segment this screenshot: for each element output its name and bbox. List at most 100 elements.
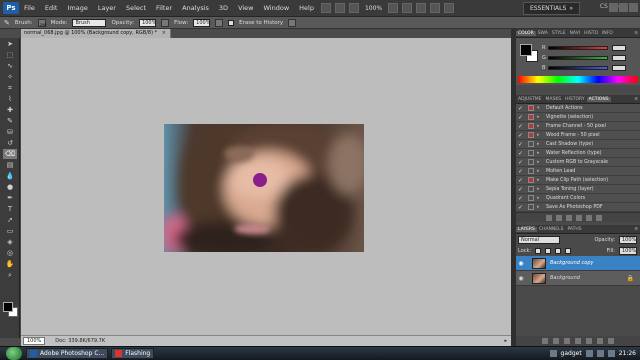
screen-mode-icon[interactable] — [444, 3, 455, 13]
dodge-tool-icon[interactable]: ● — [3, 182, 17, 192]
dialog-toggle-icon[interactable] — [528, 168, 534, 174]
blue-slider-row[interactable]: B — [542, 64, 626, 71]
menu-view[interactable]: View — [233, 4, 258, 12]
play-icon[interactable] — [566, 214, 572, 221]
dialog-toggle-icon[interactable] — [528, 186, 534, 192]
gradient-tool-icon[interactable]: ▤ — [3, 160, 17, 170]
layer-name[interactable]: Background — [550, 275, 580, 281]
hand-tool-icon[interactable] — [388, 3, 399, 13]
tab-adjustments[interactable]: ADJUSTME — [516, 97, 544, 102]
dialog-toggle-icon[interactable] — [528, 132, 534, 138]
action-row[interactable]: ✓ ▸ Make Clip Path (selection) — [516, 176, 640, 185]
toggle-check-icon[interactable]: ✓ — [518, 168, 526, 175]
menu-file[interactable]: File — [19, 4, 40, 12]
dialog-toggle-icon[interactable] — [528, 141, 534, 147]
dialog-toggle-icon[interactable] — [528, 159, 534, 165]
tab-masks[interactable]: MASKS — [544, 97, 564, 102]
type-tool-icon[interactable]: T — [3, 204, 17, 214]
hand-tool-icon[interactable]: ✋ — [3, 259, 17, 269]
toggle-check-icon[interactable]: ✓ — [518, 204, 526, 211]
expand-right-icon[interactable]: ▸ — [537, 177, 544, 183]
taskbar-item-flashing[interactable]: Flashing — [111, 348, 155, 359]
red-slider[interactable] — [548, 45, 608, 50]
blue-slider[interactable] — [548, 65, 608, 70]
panel-menu-icon[interactable]: ≡ — [634, 31, 638, 36]
tab-info[interactable]: INFO — [600, 31, 615, 36]
layer-opacity-field[interactable]: 100% — [619, 235, 637, 244]
marquee-tool-icon[interactable]: ⬚ — [3, 50, 17, 60]
flow-field[interactable]: 100% — [193, 18, 210, 27]
action-row[interactable]: ✓ ▸ Quadrant Colors — [516, 194, 640, 203]
zoom-level-menu[interactable]: 100% — [365, 5, 382, 12]
menu-help[interactable]: Help — [294, 4, 319, 12]
extras-icon[interactable] — [348, 3, 359, 13]
menu-layer[interactable]: Layer — [93, 4, 121, 12]
expand-right-icon[interactable]: ▸ — [537, 123, 544, 129]
lock-all-icon[interactable] — [565, 247, 572, 254]
airbrush-icon[interactable] — [215, 18, 224, 27]
minimize-button[interactable] — [609, 3, 618, 12]
toggle-check-icon[interactable]: ✓ — [518, 195, 526, 202]
eyedropper-tool-icon[interactable]: ⌇ — [3, 94, 17, 104]
blue-value[interactable] — [612, 64, 626, 71]
delete-layer-icon[interactable] — [608, 338, 614, 344]
menu-edit[interactable]: Edit — [40, 4, 63, 12]
tray-app-icon[interactable] — [549, 350, 557, 357]
mode-select[interactable]: Brush — [72, 18, 107, 27]
layer-name[interactable]: Background copy — [550, 260, 593, 266]
document-image[interactable] — [164, 124, 364, 252]
network-icon[interactable] — [585, 350, 593, 357]
tab-navigator[interactable]: NAVI — [568, 31, 583, 36]
dialog-toggle-icon[interactable] — [528, 123, 534, 129]
action-row[interactable]: ✓ ▸ Molten Lead — [516, 167, 640, 176]
tab-channels[interactable]: CHANNELS — [537, 227, 566, 232]
rotate-view-icon[interactable] — [416, 3, 427, 13]
red-value[interactable] — [612, 44, 626, 51]
mini-bridge-icon[interactable] — [334, 3, 345, 13]
link-layers-icon[interactable] — [542, 338, 548, 344]
restore-button[interactable] — [619, 3, 628, 12]
dialog-toggle-icon[interactable] — [528, 150, 534, 156]
toggle-check-icon[interactable]: ✓ — [518, 150, 526, 157]
tab-styles[interactable]: STYLE — [550, 31, 568, 36]
action-row[interactable]: ✓ ▸ Cast Shadow (type) — [516, 140, 640, 149]
action-row[interactable]: ✓ ▸ Frame Channel - 50 pixel — [516, 122, 640, 131]
expand-right-icon[interactable]: ▸ — [537, 114, 544, 120]
toggle-check-icon[interactable]: ✓ — [518, 114, 526, 121]
document-tab[interactable]: normal_068.jpg @ 100% (Background copy, … — [21, 29, 171, 38]
clone-stamp-tool-icon[interactable]: ⛁ — [3, 127, 17, 137]
expand-right-icon[interactable]: ▸ — [537, 132, 544, 138]
blend-mode-select[interactable]: Normal — [518, 235, 560, 244]
blur-tool-icon[interactable]: 💧 — [3, 171, 17, 181]
toggle-check-icon[interactable]: ✓ — [518, 159, 526, 166]
menu-analysis[interactable]: Analysis — [177, 4, 214, 12]
new-group-icon[interactable] — [586, 338, 592, 344]
tab-swatches[interactable]: SWA — [536, 31, 550, 36]
foreground-color-swatch[interactable] — [3, 302, 13, 312]
toggle-check-icon[interactable]: ✓ — [518, 123, 526, 130]
action-row[interactable]: ✓ ▸ Water Reflection (type) — [516, 149, 640, 158]
lock-position-icon[interactable] — [555, 247, 562, 254]
pressure-opacity-icon[interactable] — [161, 18, 170, 27]
doc-size-info[interactable]: Doc: 339.8K/679.7K — [55, 338, 105, 344]
green-value[interactable] — [612, 54, 626, 61]
expand-right-icon[interactable]: ▸ — [537, 195, 544, 201]
visibility-eye-icon[interactable]: ◉ — [516, 275, 526, 282]
action-row[interactable]: ✓ ▸ Sepia Toning (layer) — [516, 185, 640, 194]
healing-brush-tool-icon[interactable]: ✚ — [3, 105, 17, 115]
toggle-check-icon[interactable]: ✓ — [518, 177, 526, 184]
toggle-check-icon[interactable]: ✓ — [518, 132, 526, 139]
expand-down-icon[interactable]: ▾ — [537, 105, 544, 111]
tab-layers[interactable]: LAYERS — [516, 226, 537, 232]
zoom-field[interactable]: 100% — [23, 337, 46, 345]
action-row[interactable]: ✓ ▸ Save As Photoshop PDF — [516, 203, 640, 212]
toggle-check-icon[interactable]: ✓ — [518, 141, 526, 148]
menu-image[interactable]: Image — [62, 4, 92, 12]
tab-actions[interactable]: ACTIONS — [586, 96, 611, 102]
dialog-toggle-icon[interactable] — [528, 114, 534, 120]
taskbar-item-photoshop[interactable]: Adobe Photoshop C... — [26, 348, 109, 359]
dialog-toggle-icon[interactable] — [528, 195, 534, 201]
menu-select[interactable]: Select — [121, 4, 151, 12]
eraser-tool-icon[interactable]: ⌫ — [3, 149, 17, 159]
close-document-icon[interactable]: × — [162, 29, 166, 38]
